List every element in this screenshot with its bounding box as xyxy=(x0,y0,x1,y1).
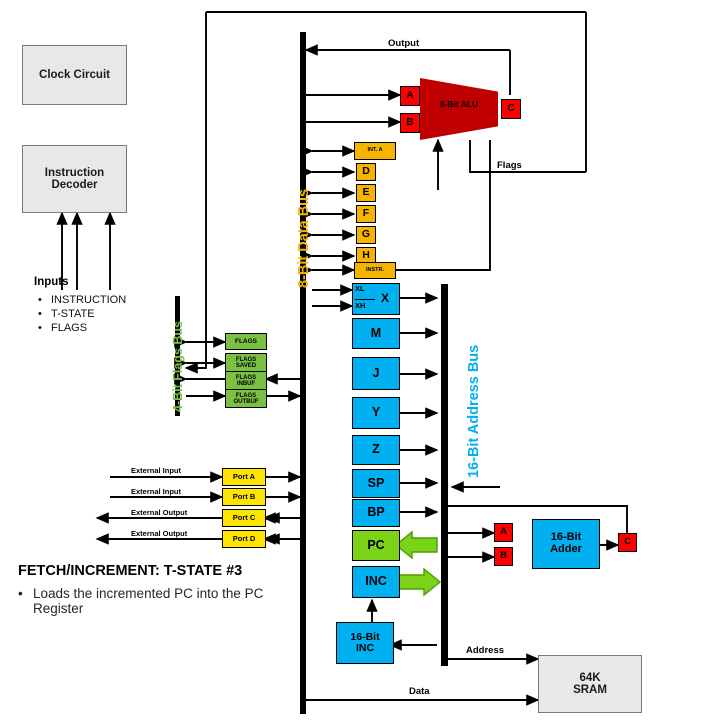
input-label-0: INSTRUCTION xyxy=(51,294,127,306)
register-e: E xyxy=(356,184,376,202)
sixteen-bit-incrementer: 16-Bit INC xyxy=(336,622,394,664)
flag-register-flags-outbuf: FLAGS OUTBUF xyxy=(225,389,267,408)
caption-bullet-text: Loads the incremented PC into the PC Reg… xyxy=(33,586,264,616)
register-m: M xyxy=(352,318,400,349)
address-wire-label: Address xyxy=(466,645,505,656)
register-sp: SP xyxy=(352,469,400,498)
sixteen-bit-adder: 16-Bit Adder xyxy=(532,519,600,569)
clock-circuit-block: Clock Circuit xyxy=(22,45,127,105)
port-c-io-label: External Output xyxy=(131,508,188,517)
register-y-label: Y xyxy=(371,405,381,420)
port-d-label: Port D xyxy=(232,533,256,543)
flag-register-flags-outbuf-label-2: OUTBUF xyxy=(233,398,259,405)
port-b-io-label: External Input xyxy=(131,487,182,496)
sram-block: 64K SRAM xyxy=(538,655,642,713)
port-a-io-label: External Input xyxy=(131,466,182,475)
alu-input-b-label: B xyxy=(406,116,414,128)
flags-bus-label: 4-Bit Flags Bus xyxy=(171,321,185,412)
register-z: Z xyxy=(352,435,400,465)
adder-input-a-label: A xyxy=(500,526,507,538)
sram-label-2: SRAM xyxy=(573,684,607,696)
register-x-high-label: XL xyxy=(355,284,365,293)
port-b-label: Port B xyxy=(232,491,256,501)
register-j: J xyxy=(352,357,400,390)
caption-title: FETCH/INCREMENT: T-STATE #3 xyxy=(18,563,243,579)
alu-output-wire-label: Output xyxy=(388,38,420,49)
register-pc-label: PC xyxy=(367,537,385,552)
address-bus-label: 16-Bit Address Bus xyxy=(466,344,482,478)
adder-input-b: B xyxy=(494,547,513,566)
alu-flags-wire-label: Flags xyxy=(497,160,522,171)
input-label-1: T-STATE xyxy=(51,308,95,320)
port-c: Port C xyxy=(222,509,266,527)
register-instr: INSTR. xyxy=(354,262,396,279)
adder-label-2: Adder xyxy=(550,543,582,555)
port-d: Port D xyxy=(222,530,266,548)
input-label-2: FLAGS xyxy=(51,322,88,334)
register-int-a: INT. A xyxy=(354,142,396,160)
port-c-label: Port C xyxy=(232,512,256,522)
register-bp-label: BP xyxy=(367,505,385,520)
register-y: Y xyxy=(352,397,400,429)
alu-input-a-label: A xyxy=(406,89,414,101)
register-g-label: G xyxy=(361,228,371,241)
register-bp: BP xyxy=(352,499,400,527)
register-m-label: M xyxy=(370,325,382,340)
instruction-decoder-label-1: Instruction xyxy=(44,166,105,179)
register-int-a-label: INT. A xyxy=(367,147,383,154)
register-x-name-label: X xyxy=(381,291,390,305)
alu-input-a: A xyxy=(400,86,420,106)
input-item-1: • T-STATE xyxy=(38,308,95,320)
input-item-0: • INSTRUCTION xyxy=(38,294,127,306)
port-d-io-label: External Output xyxy=(131,529,188,538)
alu-output-c: C xyxy=(501,99,521,119)
caption-bullet-marker: • xyxy=(18,586,23,601)
adder-output-c: C xyxy=(618,533,637,552)
flag-register-flags: FLAGS xyxy=(225,333,267,350)
port-a-label: Port A xyxy=(232,471,256,481)
register-f-label: F xyxy=(362,207,370,220)
flag-register-flags-label: FLAGS xyxy=(234,337,258,345)
register-d: D xyxy=(356,163,376,181)
port-a: Port A xyxy=(222,468,266,486)
sram-label-1: 64K xyxy=(579,671,601,684)
register-d-label: D xyxy=(362,165,370,178)
alu-input-b: B xyxy=(400,113,420,133)
highlight-arrows xyxy=(394,530,442,597)
register-j-label: J xyxy=(372,365,380,380)
diagram-canvas: Clock Circuit Instruction Decoder Inputs… xyxy=(0,0,720,720)
register-h-label: H xyxy=(362,249,370,262)
clock-circuit-label: Clock Circuit xyxy=(39,68,110,81)
flag-register-flags-inbuf: FLAGS INBUF xyxy=(225,371,267,390)
caption-bullet-0: • Loads the incremented PC into the PC R… xyxy=(18,586,286,616)
flag-register-flags-saved: FLAGS SAVED xyxy=(225,353,267,372)
register-instr-label: INSTR. xyxy=(365,266,385,273)
flag-register-flags-inbuf-label-2: INBUF xyxy=(236,380,256,387)
register-x: XL XH X xyxy=(352,283,400,315)
inputs-list: • INSTRUCTION • T-STATE • FLAGS xyxy=(34,294,126,336)
register-inc: INC xyxy=(352,566,400,598)
adder-input-b-label: B xyxy=(500,550,507,562)
register-pc: PC xyxy=(352,530,400,561)
register-x-low-label: XH xyxy=(355,301,366,310)
register-g: G xyxy=(356,226,376,244)
port-b: Port B xyxy=(222,488,266,506)
data-wire-label: Data xyxy=(409,686,430,697)
alu-label: 8-Bit ALU xyxy=(439,99,479,109)
inputs-heading: Inputs xyxy=(34,276,69,288)
adder-input-a: A xyxy=(494,523,513,542)
incrementer-label-2: INC xyxy=(355,642,375,654)
register-inc-label: INC xyxy=(365,574,387,589)
register-e-label: E xyxy=(362,186,370,199)
register-f: F xyxy=(356,205,376,223)
instruction-decoder-block: Instruction Decoder xyxy=(22,145,127,213)
register-sp-label: SP xyxy=(367,475,385,490)
data-bus-label: 8-Bit Data Bus xyxy=(296,188,312,288)
input-item-2: • FLAGS xyxy=(38,322,88,334)
instruction-decoder-label-2: Decoder xyxy=(51,179,98,191)
register-z-label: Z xyxy=(372,442,380,457)
alu-output-c-label: C xyxy=(507,102,515,114)
flag-register-flags-saved-label-2: SAVED xyxy=(235,362,257,369)
adder-output-c-label: C xyxy=(624,536,631,548)
